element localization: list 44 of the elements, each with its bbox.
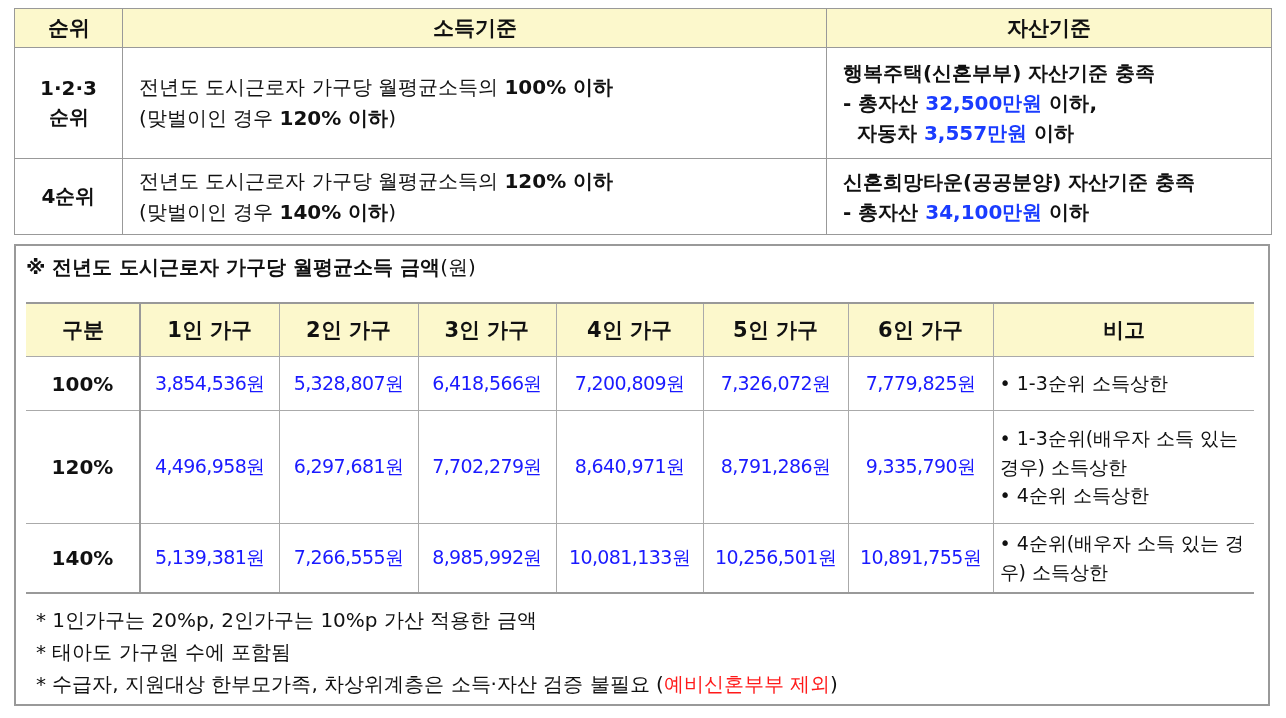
- remark-text: • 1-3순위(배우자 소득 있는 경우) 소득상한: [999, 427, 1239, 478]
- column-header: 6인 가구: [848, 303, 993, 357]
- asset-line: 자동차 3,557만원 이하: [855, 121, 1075, 145]
- amount-cell: 8,791,286원: [703, 410, 848, 524]
- amount-cell: 4,496,958원: [140, 410, 279, 524]
- column-header: 5인 가구: [703, 303, 848, 357]
- row-label: 100%: [26, 356, 140, 411]
- rank-cell: 4순위: [14, 158, 123, 235]
- column-header: 자산기준: [826, 8, 1272, 48]
- footnote: * 수급자, 지원대상 한부모가족, 차상위계층은 소득·자산 검증 불필요 (예비신혼부부 제외): [36, 671, 838, 696]
- income-text: (맞벌이인 경우 120% 이하): [139, 106, 397, 130]
- asset-title: 행복주택(신혼부부) 자산기준 충족: [843, 61, 1156, 85]
- income-text: 전년도 도시근로자 가구당 월평균소득의 100% 이하: [139, 75, 614, 99]
- amount-cell: 9,335,790원: [848, 410, 993, 524]
- panel-title: ※ 전년도 도시근로자 가구당 월평균소득 금액(원): [26, 255, 476, 279]
- amount-cell: 7,779,825원: [848, 356, 993, 411]
- asset-line: - 총자산 32,500만원 이하,: [843, 91, 1097, 115]
- amount-cell: 6,418,566원: [418, 356, 556, 411]
- column-header: 1인 가구: [140, 303, 279, 357]
- income-text: (맞벌이인 경우 140% 이하): [139, 199, 397, 224]
- column-header: 2인 가구: [279, 303, 418, 357]
- amount-cell: 5,328,807원: [279, 356, 418, 411]
- amount-cell: 7,200,809원: [556, 356, 703, 411]
- row-label: 120%: [26, 410, 140, 524]
- amount-cell: 7,326,072원: [703, 356, 848, 411]
- asset-line: - 총자산 34,100만원 이하: [843, 199, 1090, 224]
- column-header: 3인 가구: [418, 303, 556, 357]
- column-header: 비고: [993, 303, 1254, 357]
- column-header: 순위: [14, 8, 123, 48]
- remark-text: • 4순위 소득상한: [999, 484, 1149, 507]
- amount-cell: 3,854,536원: [140, 356, 279, 411]
- remark-text: • 4순위(배우자 소득 있는 경우) 소득상한: [999, 532, 1245, 583]
- asset-title: 신혼희망타운(공공분양) 자산기준 충족: [843, 169, 1196, 194]
- income-text: 전년도 도시근로자 가구당 월평균소득의 120% 이하: [139, 168, 614, 193]
- footnote: * 1인가구는 20%p, 2인가구는 10%p 가산 적용한 금액: [36, 607, 537, 632]
- rank-cell: 1·2·3 순위: [14, 47, 123, 159]
- column-header: 4인 가구: [556, 303, 703, 357]
- amount-cell: 7,702,279원: [418, 410, 556, 524]
- footnote: * 태아도 가구원 수에 포함됨: [36, 639, 292, 664]
- remark-text: • 1-3순위 소득상한: [999, 372, 1168, 395]
- amount-cell: 8,640,971원: [556, 410, 703, 524]
- column-header: 구분: [26, 303, 140, 357]
- column-header: 소득기준: [122, 8, 827, 48]
- amount-cell: 6,297,681원: [279, 410, 418, 524]
